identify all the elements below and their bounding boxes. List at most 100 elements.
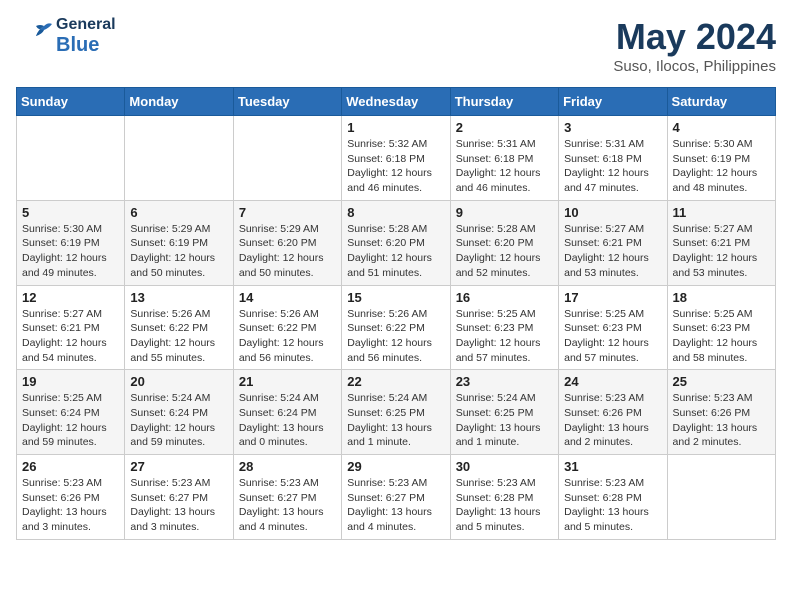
day-info: Sunrise: 5:24 AM Sunset: 6:25 PM Dayligh… <box>347 391 444 450</box>
day-info: Sunrise: 5:28 AM Sunset: 6:20 PM Dayligh… <box>347 222 444 281</box>
day-number: 16 <box>456 290 553 305</box>
calendar-cell <box>233 116 341 201</box>
calendar-cell: 20 Sunrise: 5:24 AM Sunset: 6:24 PM Dayli… <box>125 370 233 455</box>
day-number: 10 <box>564 205 661 220</box>
page-header: General Blue May 2024 Suso, Ilocos, Phil… <box>16 16 776 75</box>
day-number: 21 <box>239 374 336 389</box>
day-info: Sunrise: 5:23 AM Sunset: 6:27 PM Dayligh… <box>347 476 444 535</box>
day-number: 8 <box>347 205 444 220</box>
day-info: Sunrise: 5:25 AM Sunset: 6:24 PM Dayligh… <box>22 391 119 450</box>
month-title: May 2024 <box>613 16 776 58</box>
week-row-2: 5 Sunrise: 5:30 AM Sunset: 6:19 PM Daylig… <box>17 200 776 285</box>
day-number: 6 <box>130 205 227 220</box>
day-number: 7 <box>239 205 336 220</box>
calendar-cell: 2 Sunrise: 5:31 AM Sunset: 6:18 PM Daylig… <box>450 116 558 201</box>
logo: General Blue <box>16 16 116 56</box>
weekday-header-saturday: Saturday <box>667 88 775 116</box>
day-info: Sunrise: 5:29 AM Sunset: 6:19 PM Dayligh… <box>130 222 227 281</box>
calendar-cell: 22 Sunrise: 5:24 AM Sunset: 6:25 PM Dayli… <box>342 370 450 455</box>
calendar-cell: 8 Sunrise: 5:28 AM Sunset: 6:20 PM Daylig… <box>342 200 450 285</box>
day-info: Sunrise: 5:29 AM Sunset: 6:20 PM Dayligh… <box>239 222 336 281</box>
calendar-cell: 9Sunrise: 5:28 AM Sunset: 6:20 PM Daylig… <box>450 200 558 285</box>
calendar-table: SundayMondayTuesdayWednesdayThursdayFrid… <box>16 87 776 540</box>
calendar-cell: 10 Sunrise: 5:27 AM Sunset: 6:21 PM Dayli… <box>559 200 667 285</box>
calendar-cell: 15Sunrise: 5:26 AM Sunset: 6:22 PM Dayli… <box>342 285 450 370</box>
day-info: Sunrise: 5:24 AM Sunset: 6:24 PM Dayligh… <box>130 391 227 450</box>
weekday-header-sunday: Sunday <box>17 88 125 116</box>
day-info: Sunrise: 5:23 AM Sunset: 6:27 PM Dayligh… <box>130 476 227 535</box>
day-number: 26 <box>22 459 119 474</box>
day-info: Sunrise: 5:27 AM Sunset: 6:21 PM Dayligh… <box>564 222 661 281</box>
day-info: Sunrise: 5:23 AM Sunset: 6:28 PM Dayligh… <box>456 476 553 535</box>
calendar-cell: 4Sunrise: 5:30 AM Sunset: 6:19 PM Daylig… <box>667 116 775 201</box>
calendar-cell: 21 Sunrise: 5:24 AM Sunset: 6:24 PM Dayli… <box>233 370 341 455</box>
logo-general: General <box>56 16 116 34</box>
weekday-header-wednesday: Wednesday <box>342 88 450 116</box>
calendar-cell: 3 Sunrise: 5:31 AM Sunset: 6:18 PM Daylig… <box>559 116 667 201</box>
day-number: 12 <box>22 290 119 305</box>
day-number: 1 <box>347 120 444 135</box>
day-info: Sunrise: 5:32 AM Sunset: 6:18 PM Dayligh… <box>347 137 444 196</box>
calendar-cell: 6 Sunrise: 5:29 AM Sunset: 6:19 PM Daylig… <box>125 200 233 285</box>
calendar-cell: 24 Sunrise: 5:23 AM Sunset: 6:26 PM Dayli… <box>559 370 667 455</box>
day-info: Sunrise: 5:31 AM Sunset: 6:18 PM Dayligh… <box>564 137 661 196</box>
day-number: 17 <box>564 290 661 305</box>
calendar-cell: 17Sunrise: 5:25 AM Sunset: 6:23 PM Dayli… <box>559 285 667 370</box>
logo-icon <box>16 18 52 54</box>
day-number: 31 <box>564 459 661 474</box>
day-info: Sunrise: 5:26 AM Sunset: 6:22 PM Dayligh… <box>130 307 227 366</box>
calendar-cell: 18Sunrise: 5:25 AM Sunset: 6:23 PM Dayli… <box>667 285 775 370</box>
week-row-3: 12 Sunrise: 5:27 AM Sunset: 6:21 PM Dayli… <box>17 285 776 370</box>
day-number: 13 <box>130 290 227 305</box>
day-number: 3 <box>564 120 661 135</box>
calendar-cell: 27Sunrise: 5:23 AM Sunset: 6:27 PM Dayli… <box>125 455 233 540</box>
day-number: 20 <box>130 374 227 389</box>
title-block: May 2024 Suso, Ilocos, Philippines <box>613 16 776 75</box>
day-number: 4 <box>673 120 770 135</box>
day-info: Sunrise: 5:27 AM Sunset: 6:21 PM Dayligh… <box>22 307 119 366</box>
day-info: Sunrise: 5:31 AM Sunset: 6:18 PM Dayligh… <box>456 137 553 196</box>
weekday-header-row: SundayMondayTuesdayWednesdayThursdayFrid… <box>17 88 776 116</box>
weekday-header-tuesday: Tuesday <box>233 88 341 116</box>
calendar-cell: 30 Sunrise: 5:23 AM Sunset: 6:28 PM Dayli… <box>450 455 558 540</box>
day-number: 5 <box>22 205 119 220</box>
calendar-cell: 13 Sunrise: 5:26 AM Sunset: 6:22 PM Dayli… <box>125 285 233 370</box>
day-info: Sunrise: 5:23 AM Sunset: 6:26 PM Dayligh… <box>22 476 119 535</box>
week-row-5: 26 Sunrise: 5:23 AM Sunset: 6:26 PM Dayli… <box>17 455 776 540</box>
day-number: 24 <box>564 374 661 389</box>
day-number: 15 <box>347 290 444 305</box>
day-number: 22 <box>347 374 444 389</box>
calendar-cell: 1 Sunrise: 5:32 AM Sunset: 6:18 PM Daylig… <box>342 116 450 201</box>
calendar-cell: 14Sunrise: 5:26 AM Sunset: 6:22 PM Dayli… <box>233 285 341 370</box>
day-number: 18 <box>673 290 770 305</box>
calendar-cell: 23 Sunrise: 5:24 AM Sunset: 6:25 PM Dayli… <box>450 370 558 455</box>
day-number: 30 <box>456 459 553 474</box>
day-number: 2 <box>456 120 553 135</box>
weekday-header-monday: Monday <box>125 88 233 116</box>
calendar-cell <box>17 116 125 201</box>
day-info: Sunrise: 5:24 AM Sunset: 6:24 PM Dayligh… <box>239 391 336 450</box>
calendar-cell: 31 Sunrise: 5:23 AM Sunset: 6:28 PM Dayli… <box>559 455 667 540</box>
day-info: Sunrise: 5:30 AM Sunset: 6:19 PM Dayligh… <box>22 222 119 281</box>
day-info: Sunrise: 5:26 AM Sunset: 6:22 PM Dayligh… <box>239 307 336 366</box>
day-number: 29 <box>347 459 444 474</box>
logo-text: General Blue <box>56 16 116 56</box>
calendar-cell <box>125 116 233 201</box>
weekday-header-friday: Friday <box>559 88 667 116</box>
week-row-4: 19 Sunrise: 5:25 AM Sunset: 6:24 PM Dayli… <box>17 370 776 455</box>
calendar-cell: 26 Sunrise: 5:23 AM Sunset: 6:26 PM Dayli… <box>17 455 125 540</box>
calendar-cell: 19 Sunrise: 5:25 AM Sunset: 6:24 PM Dayli… <box>17 370 125 455</box>
calendar-cell <box>667 455 775 540</box>
weekday-header-thursday: Thursday <box>450 88 558 116</box>
day-info: Sunrise: 5:24 AM Sunset: 6:25 PM Dayligh… <box>456 391 553 450</box>
calendar-cell: 25Sunrise: 5:23 AM Sunset: 6:26 PM Dayli… <box>667 370 775 455</box>
location: Suso, Ilocos, Philippines <box>613 58 776 75</box>
calendar-cell: 29 Sunrise: 5:23 AM Sunset: 6:27 PM Dayli… <box>342 455 450 540</box>
day-info: Sunrise: 5:23 AM Sunset: 6:28 PM Dayligh… <box>564 476 661 535</box>
day-info: Sunrise: 5:23 AM Sunset: 6:26 PM Dayligh… <box>564 391 661 450</box>
day-number: 25 <box>673 374 770 389</box>
day-info: Sunrise: 5:27 AM Sunset: 6:21 PM Dayligh… <box>673 222 770 281</box>
day-number: 19 <box>22 374 119 389</box>
logo-blue: Blue <box>56 34 116 56</box>
day-number: 23 <box>456 374 553 389</box>
